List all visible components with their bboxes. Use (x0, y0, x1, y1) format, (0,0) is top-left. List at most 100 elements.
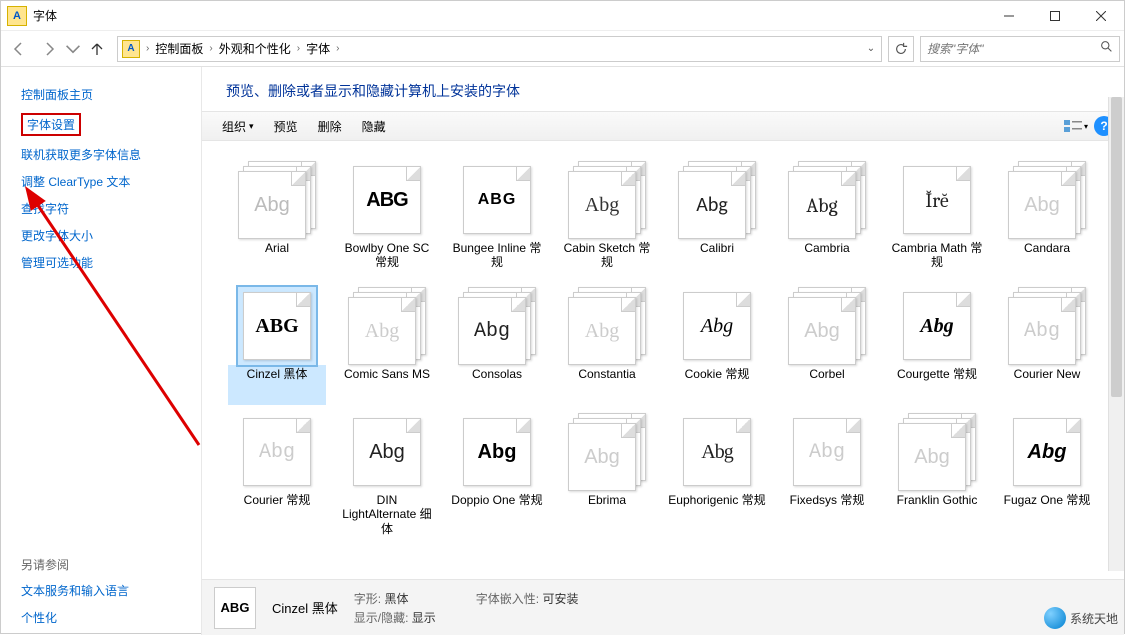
chevron-right-icon[interactable]: › (334, 43, 341, 54)
navigation-bar: A › 控制面板 › 外观和个性化 › 字体 › ⌄ (1, 31, 1124, 67)
font-name-label: Euphorigenic 常规 (668, 491, 766, 531)
scrollbar-thumb[interactable] (1111, 97, 1122, 397)
scrollbar[interactable] (1108, 97, 1124, 571)
font-item[interactable]: AbgConstantia (556, 285, 658, 407)
font-name-label: Fugaz One 常规 (998, 491, 1096, 531)
close-button[interactable] (1078, 1, 1124, 31)
breadcrumb-item[interactable]: 字体 (302, 37, 334, 61)
search-box[interactable] (920, 36, 1120, 62)
view-options-button[interactable]: ▾ (1062, 119, 1090, 133)
page-title: 预览、删除或者显示和隐藏计算机上安装的字体 (226, 81, 1100, 101)
sidebar-link[interactable]: 查找字符 (21, 195, 201, 222)
breadcrumb-item[interactable]: 外观和个性化 (215, 37, 295, 61)
search-icon[interactable] (1100, 40, 1113, 58)
font-item[interactable]: AbgCourier New (996, 285, 1098, 407)
breadcrumb-item[interactable]: 控制面板 (151, 37, 207, 61)
details-thumbnail: ABG (214, 587, 256, 629)
minimize-button[interactable] (986, 1, 1032, 31)
fonts-app-icon: A (7, 6, 27, 26)
seealso-heading: 另请参阅 (21, 556, 201, 577)
font-item[interactable]: AbgFranklin Gothic (886, 411, 988, 540)
maximize-button[interactable] (1032, 1, 1078, 31)
fonts-location-icon: A (122, 40, 140, 58)
font-name-label: Franklin Gothic (888, 491, 986, 531)
font-name-label: Cookie 常规 (668, 365, 766, 405)
sidebar-link[interactable]: 调整 ClearType 文本 (21, 168, 201, 195)
details-show-value: 显示 (412, 611, 436, 625)
font-name-label: Comic Sans MS (338, 365, 436, 405)
font-name-label: Courier 常规 (228, 491, 326, 531)
breadcrumb[interactable]: A › 控制面板 › 外观和个性化 › 字体 › ⌄ (117, 36, 882, 62)
font-name-label: Cabin Sketch 常规 (558, 239, 656, 279)
font-name-label: Corbel (778, 365, 876, 405)
font-item[interactable]: AbgAbgAbgCookie 常规 (666, 285, 768, 407)
breadcrumb-dropdown[interactable]: ⌄ (861, 43, 881, 54)
font-item[interactable]: AbgArial (226, 159, 328, 281)
sidebar-link[interactable]: 更改字体大小 (21, 222, 201, 249)
seealso-link[interactable]: 文本服务和输入语言 (21, 577, 201, 604)
fonts-grid: AbgArialABGABGABGBowlby One SC 常规ABGABGA… (202, 141, 1124, 579)
page-header: 预览、删除或者显示和隐藏计算机上安装的字体 (202, 67, 1124, 111)
font-name-label: Cinzel 黑体 (228, 365, 326, 405)
font-name-label: Calibri (668, 239, 766, 279)
font-item[interactable]: AbgCabin Sketch 常规 (556, 159, 658, 281)
font-name-label: Courier New (998, 365, 1096, 405)
font-name-label: Candara (998, 239, 1096, 279)
seealso-link[interactable]: 个性化 (21, 604, 201, 631)
delete-button[interactable]: 删除 (308, 112, 352, 140)
details-embed-label: 字体嵌入性: (476, 592, 539, 606)
chevron-right-icon[interactable]: › (207, 43, 214, 54)
sidebar-link[interactable]: 控制面板主页 (21, 81, 201, 108)
font-item[interactable]: ĬrĕĬrĕĬrĕCambria Math 常规 (886, 159, 988, 281)
details-style-label: 字形: (354, 592, 381, 606)
font-item[interactable]: ABGABGABGCinzel 黑体 (226, 285, 328, 407)
details-pane: ABG Cinzel 黑体 字形: 黑体 字体嵌入性: 可安装 显示/隐藏: 显… (202, 579, 1124, 635)
font-item[interactable]: AbgComic Sans MS (336, 285, 438, 407)
refresh-button[interactable] (888, 36, 914, 62)
font-item[interactable]: ABGABGABGBungee Inline 常规 (446, 159, 548, 281)
sidebar-link[interactable]: 管理可选功能 (21, 249, 201, 276)
font-item[interactable]: AbgConsolas (446, 285, 548, 407)
font-name-label: Ebrima (558, 491, 656, 531)
font-item[interactable]: AbgCalibri (666, 159, 768, 281)
font-item[interactable]: AbgCandara (996, 159, 1098, 281)
font-item[interactable]: AbgAbgAbgCourier 常规 (226, 411, 328, 540)
search-input[interactable] (927, 42, 1100, 56)
font-item[interactable]: AbgAbgAbgCourgette 常规 (886, 285, 988, 407)
window-titlebar: A 字体 (1, 1, 1124, 31)
font-name-label: Cambria (778, 239, 876, 279)
font-item[interactable]: AbgAbgAbgEuphorigenic 常规 (666, 411, 768, 540)
sidebar-link[interactable]: 字体设置 (21, 108, 201, 141)
font-item[interactable]: AbgAbgAbgDIN LightAlternate 细体 (336, 411, 438, 540)
details-embed-value: 可安装 (542, 592, 578, 606)
forward-button[interactable] (35, 35, 63, 63)
organize-button[interactable]: 组织 (212, 112, 264, 140)
font-item[interactable]: AbgCorbel (776, 285, 878, 407)
font-item[interactable]: AbgCambria (776, 159, 878, 281)
main-area: 预览、删除或者显示和隐藏计算机上安装的字体 组织 预览 删除 隐藏 ▾ ? Ab… (201, 67, 1124, 635)
font-item[interactable]: AbgAbgAbgFugaz One 常规 (996, 411, 1098, 540)
up-button[interactable] (83, 35, 111, 63)
font-name-label: Bungee Inline 常规 (448, 239, 546, 279)
font-item[interactable]: AbgEbrima (556, 411, 658, 540)
hide-button[interactable]: 隐藏 (352, 112, 396, 140)
details-show-label: 显示/隐藏: (354, 611, 409, 625)
recent-dropdown[interactable] (65, 35, 81, 63)
details-style-value: 黑体 (384, 592, 408, 606)
chevron-right-icon[interactable]: › (295, 43, 302, 54)
back-button[interactable] (5, 35, 33, 63)
font-name-label: Courgette 常规 (888, 365, 986, 405)
sidebar-link[interactable]: 联机获取更多字体信息 (21, 141, 201, 168)
font-name-label: Doppio One 常规 (448, 491, 546, 531)
font-name-label: Constantia (558, 365, 656, 405)
font-name-label: Consolas (448, 365, 546, 405)
font-item[interactable]: AbgAbgAbgFixedsys 常规 (776, 411, 878, 540)
font-name-label: Bowlby One SC 常规 (338, 239, 436, 279)
font-item[interactable]: AbgAbgAbgDoppio One 常规 (446, 411, 548, 540)
details-font-name: Cinzel 黑体 (272, 598, 338, 617)
preview-button[interactable]: 预览 (264, 112, 308, 140)
chevron-right-icon[interactable]: › (144, 43, 151, 54)
font-name-label: Fixedsys 常规 (778, 491, 876, 531)
font-item[interactable]: ABGABGABGBowlby One SC 常规 (336, 159, 438, 281)
font-name-label: DIN LightAlternate 细体 (338, 491, 436, 538)
